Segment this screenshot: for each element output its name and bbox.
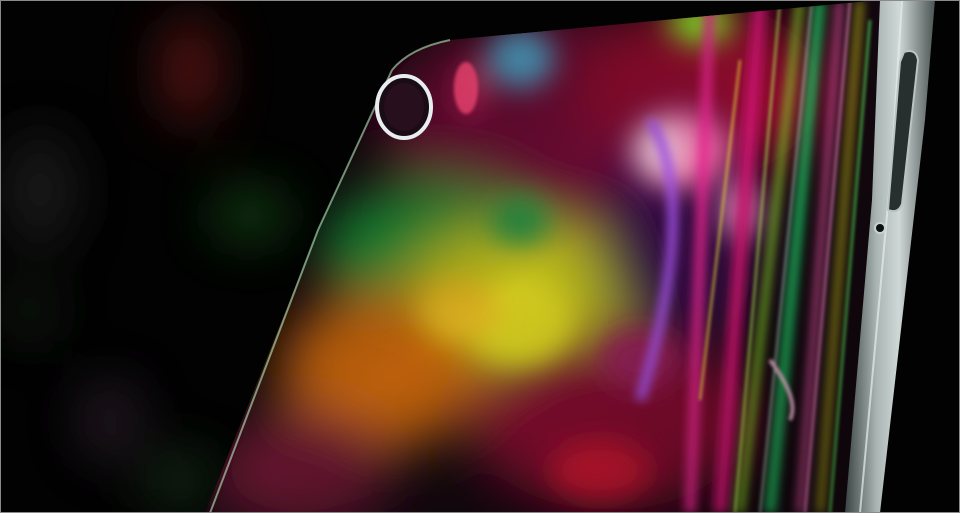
sim-eject-pinhole	[874, 222, 886, 234]
photo-stage	[0, 0, 960, 513]
flash-icon	[454, 62, 478, 114]
phone-photo	[0, 0, 960, 513]
camera-lens	[375, 74, 433, 140]
